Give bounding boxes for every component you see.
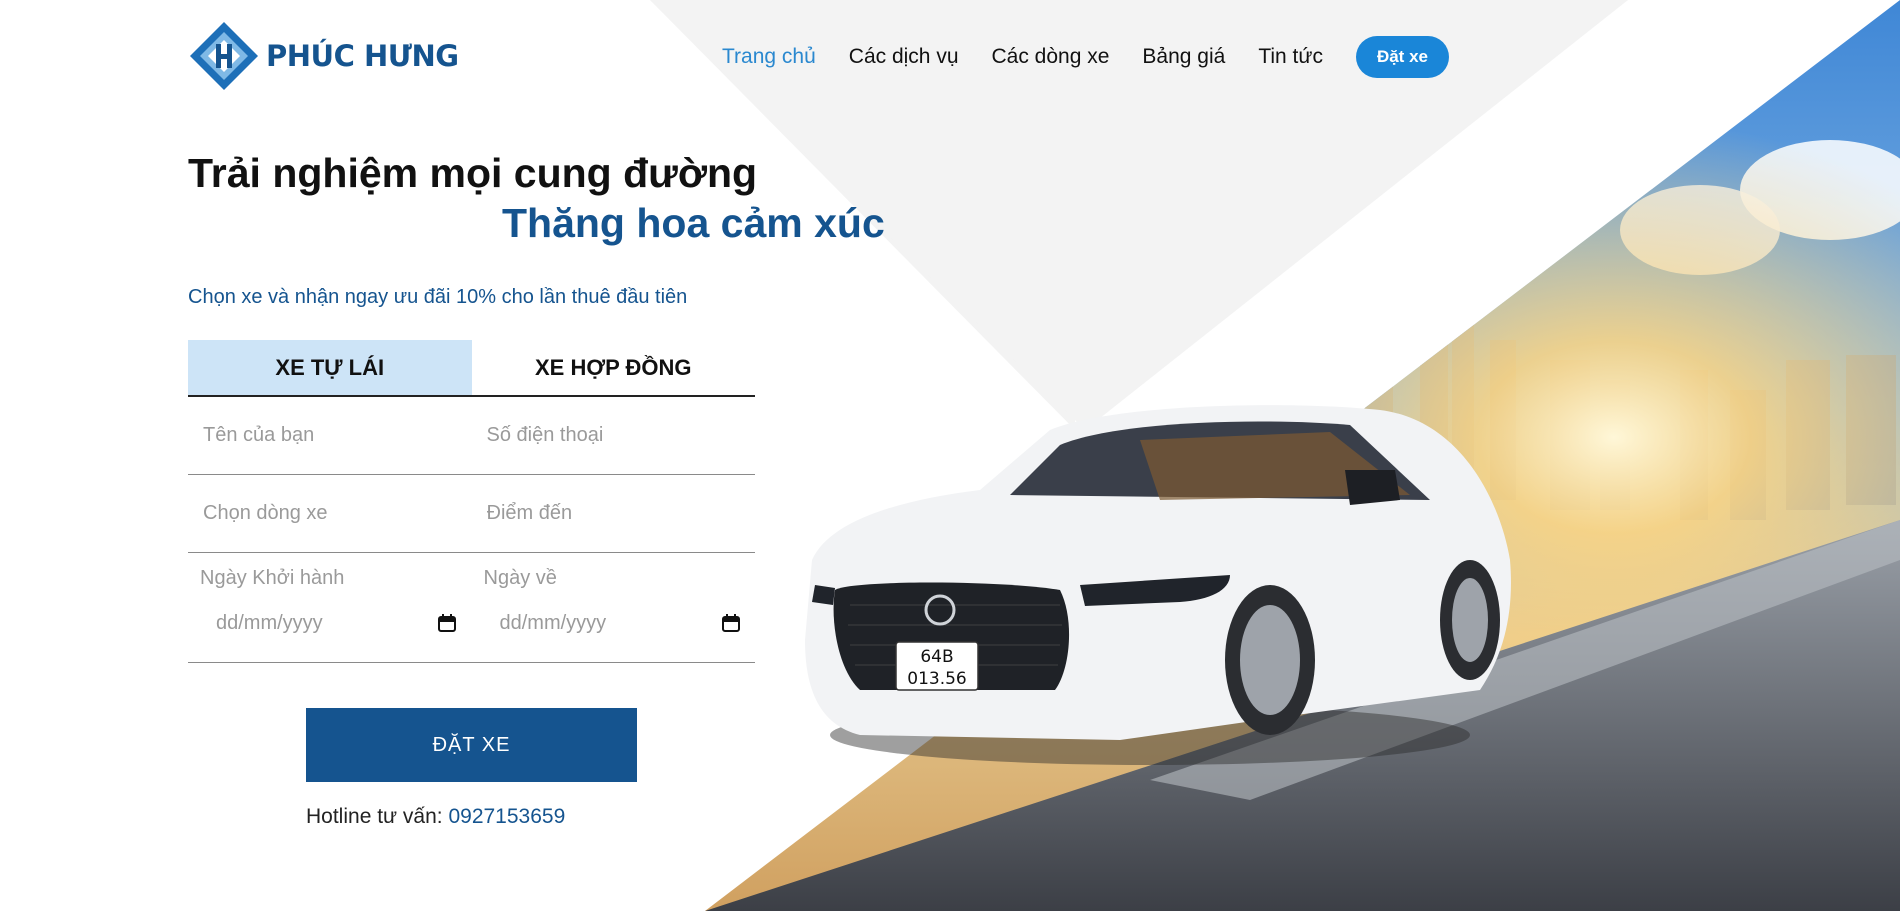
hotline: Hotline tư vấn: 0927153659: [306, 805, 565, 829]
ph-diamond-logo-icon: [190, 22, 258, 90]
destination-input[interactable]: [471, 475, 755, 552]
hotline-label: Hotline tư vấn:: [306, 805, 443, 828]
hero-headline-line-2: Thăng hoa cảm xúc: [502, 200, 885, 246]
depart-date-placeholder: dd/mm/yyyy: [216, 611, 323, 634]
nav-item-pricing[interactable]: Bảng giá: [1142, 45, 1225, 69]
nav-item-news[interactable]: Tin tức: [1258, 45, 1323, 69]
depart-date-label: Ngày Khởi hành: [200, 567, 345, 589]
tab-self-drive[interactable]: XE TỰ LÁI: [188, 340, 472, 395]
booking-form: Ngày Khởi hành dd/mm/yyyy Ngày về dd/mm/…: [188, 397, 755, 663]
depart-date-input[interactable]: dd/mm/yyyy: [216, 607, 456, 639]
hero-headline-line-1: Trải nghiệm mọi cung đường: [188, 150, 758, 196]
promo-text: Chọn xe và nhận ngay ưu đãi 10% cho lần …: [188, 286, 688, 308]
phone-input[interactable]: [471, 397, 755, 474]
return-date-input[interactable]: dd/mm/yyyy: [500, 607, 740, 639]
car-model-input[interactable]: [188, 475, 472, 552]
hotline-phone-link[interactable]: 0927153659: [448, 805, 565, 828]
brand-name: PHÚC HƯNG: [266, 39, 459, 73]
nav-item-services[interactable]: Các dịch vụ: [849, 45, 959, 69]
nav-item-home[interactable]: Trang chủ: [722, 45, 816, 69]
tab-contract-car[interactable]: XE HỢP ĐỒNG: [472, 340, 756, 395]
calendar-icon[interactable]: [721, 614, 740, 632]
return-date-label: Ngày về: [483, 567, 557, 589]
plate-line-2: 013.56: [907, 669, 966, 689]
main-nav: Trang chủ Các dịch vụ Các dòng xe Bảng g…: [722, 36, 1482, 78]
booking-tabs: XE TỰ LÁI XE HỢP ĐỒNG: [188, 340, 755, 397]
brand-logo[interactable]: PHÚC HƯNG: [188, 20, 459, 92]
submit-booking-button[interactable]: ĐẶT XE: [306, 708, 637, 782]
nav-item-car-models[interactable]: Các dòng xe: [992, 45, 1110, 69]
plate-line-1: 64B: [920, 647, 953, 667]
nav-book-button[interactable]: Đặt xe: [1355, 36, 1449, 78]
name-input[interactable]: [188, 397, 472, 474]
calendar-icon[interactable]: [438, 614, 456, 632]
return-date-placeholder: dd/mm/yyyy: [499, 611, 607, 634]
